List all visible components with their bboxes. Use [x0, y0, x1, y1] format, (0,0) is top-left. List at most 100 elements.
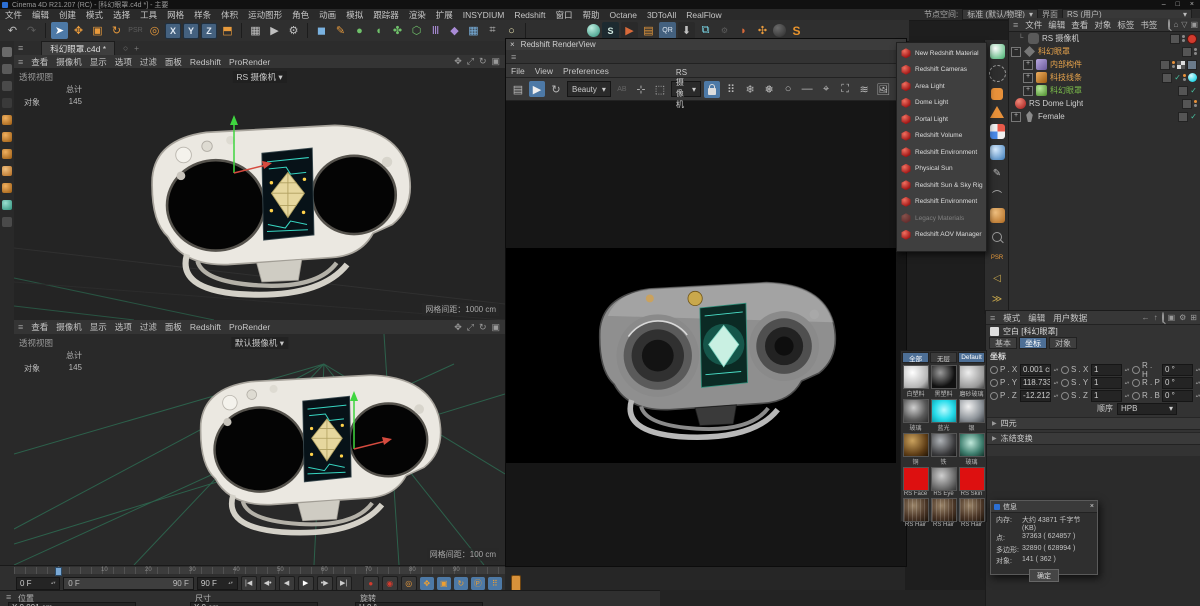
gear-small-icon[interactable]: ⚙: [716, 22, 733, 39]
crop-icon[interactable]: ⬚: [652, 81, 668, 97]
light-bulb-icon[interactable]: ○: [503, 22, 520, 39]
rv-menu-preferences[interactable]: Preferences: [558, 66, 614, 76]
layer-tag[interactable]: [1170, 33, 1180, 44]
render-picture-viewer-icon[interactable]: ▶: [266, 22, 283, 39]
vp-menu-display[interactable]: 显示: [86, 321, 111, 333]
freeze-transform-section[interactable]: ▶ 冻结变换: [986, 432, 1200, 445]
move-tool-icon[interactable]: ✥: [70, 22, 87, 39]
hamburger-icon[interactable]: ≡: [2, 592, 15, 602]
menu-mode[interactable]: 模式: [81, 9, 108, 21]
layer-tag[interactable]: [1178, 111, 1189, 122]
bucket-grid-icon[interactable]: ⠿: [723, 81, 739, 97]
workplane-mode-icon[interactable]: [2, 98, 12, 108]
viewport-top-canvas[interactable]: 透视视图 RS 摄像机 ▾ 总计 对象 145 网格间距：1000 cm: [14, 68, 505, 321]
camera-icon[interactable]: ⌗: [484, 22, 501, 39]
object-row-inner[interactable]: + 内部构件: [1009, 58, 1200, 71]
play-icon[interactable]: ▶: [297, 575, 314, 591]
menu-spline[interactable]: 样条: [189, 9, 216, 21]
px-field[interactable]: 0.001 cm: [1020, 363, 1051, 376]
end-frame-field[interactable]: 90 F ▴▾: [196, 576, 238, 590]
menu-item-area-light[interactable]: Area Light: [897, 78, 986, 95]
tab-default[interactable]: Default: [958, 352, 985, 363]
last-tool-icon[interactable]: ◎: [146, 22, 163, 39]
rendered-image[interactable]: [506, 248, 896, 463]
om-menu-view[interactable]: 查看: [1068, 19, 1091, 31]
lock-icon[interactable]: ▣: [1168, 313, 1176, 322]
material-item[interactable]: RS Eye: [930, 467, 957, 497]
toggle-view-icon[interactable]: ▣: [491, 56, 500, 67]
s-plugin-icon[interactable]: S: [788, 22, 805, 39]
om-menu-object[interactable]: 对象: [1091, 19, 1114, 31]
info-dialog-titlebar[interactable]: 信息 ×: [991, 501, 1097, 513]
mograph-icon[interactable]: ✤: [389, 22, 406, 39]
py-field[interactable]: 118.733 cm: [1020, 376, 1051, 389]
material-tag-icon[interactable]: [1188, 73, 1197, 82]
next-key-icon[interactable]: •▶: [316, 575, 333, 591]
layer-tag[interactable]: [1162, 72, 1173, 83]
maximize-button[interactable]: □: [1176, 1, 1180, 8]
collapse-toggle[interactable]: −: [1011, 46, 1021, 57]
hamburger-icon[interactable]: ≡: [14, 43, 27, 53]
animation-mode-icon[interactable]: [2, 183, 12, 193]
material-item[interactable]: 黑塑料: [930, 365, 957, 398]
scale-tool-icon[interactable]: ▣: [89, 22, 106, 39]
rotate-view-icon[interactable]: ↻: [479, 56, 487, 67]
add-cube-icon[interactable]: ◼: [313, 22, 330, 39]
gallery-icon[interactable]: 🖼: [875, 81, 891, 97]
enabled-check-icon[interactable]: ✓: [1174, 73, 1181, 82]
menu-file[interactable]: 文件: [0, 9, 27, 21]
prev-key-icon[interactable]: ◀•: [259, 575, 276, 591]
region-circle-icon[interactable]: ○: [780, 81, 796, 97]
material-item[interactable]: 铜: [902, 433, 929, 466]
menu-window[interactable]: 窗口: [551, 9, 578, 21]
key-circle-icon[interactable]: [990, 391, 998, 400]
expand-toggle[interactable]: +: [1023, 59, 1033, 70]
ab-compare-icon[interactable]: AB: [614, 81, 630, 97]
panel-icon[interactable]: ⊞: [1190, 313, 1197, 322]
menu-item-environment-2[interactable]: Redshift Environment: [897, 194, 986, 211]
table-icon[interactable]: ▦: [465, 22, 482, 39]
layer-tag[interactable]: [1178, 85, 1189, 96]
filter-icon[interactable]: ▽: [1181, 20, 1187, 29]
close-icon[interactable]: ×: [1090, 503, 1094, 510]
tab-no-layer[interactable]: 无层: [930, 352, 957, 363]
copy-layers-icon[interactable]: ⧉: [697, 22, 714, 39]
brush-icon[interactable]: ✎: [990, 166, 1005, 181]
gear-icon[interactable]: ⚙: [1179, 313, 1186, 322]
beachball-icon[interactable]: [989, 124, 1005, 139]
rp-field[interactable]: 0 °: [1162, 376, 1193, 389]
search-icon[interactable]: [1161, 312, 1164, 323]
material-item[interactable]: 磨砂玻璃: [958, 365, 985, 398]
rotate-view-icon[interactable]: ↻: [479, 322, 487, 333]
vp-menu-options[interactable]: 选项: [111, 321, 136, 333]
qr-icon[interactable]: QR: [659, 22, 676, 39]
viewport-solo-icon[interactable]: [2, 200, 12, 210]
axis-z-lock[interactable]: Z: [201, 22, 217, 39]
rotate-tool-icon[interactable]: ↻: [108, 22, 125, 39]
om-menu-bookmarks[interactable]: 书签: [1137, 19, 1160, 31]
camera-dropdown[interactable]: 默认摄像机 ▾: [230, 337, 289, 349]
key-pla-icon[interactable]: ⠿: [487, 576, 502, 590]
om-menu-tags[interactable]: 标签: [1114, 19, 1137, 31]
axis-gizmo[interactable]: [314, 389, 394, 459]
record-icon[interactable]: ●: [362, 575, 379, 591]
sx-field[interactable]: 1: [1091, 363, 1122, 376]
visibility-dots[interactable]: [1194, 100, 1197, 107]
expand-toggle[interactable]: +: [1023, 72, 1033, 83]
key-circle-icon[interactable]: [1132, 365, 1140, 374]
layer-tag[interactable]: [1160, 59, 1170, 70]
psr-icon[interactable]: PSR: [990, 250, 1005, 265]
menu-tools[interactable]: 工具: [135, 9, 162, 21]
material-item[interactable]: RS Hair: [930, 498, 957, 528]
hamburger-icon[interactable]: ≡: [986, 313, 999, 323]
horn-icon[interactable]: ◁: [990, 271, 1005, 286]
start-ipr-icon[interactable]: ▶: [529, 81, 545, 97]
hamburger-icon[interactable]: ≡: [14, 322, 27, 332]
key-parameter-icon[interactable]: Ⓟ: [470, 576, 485, 590]
menu-mesh[interactable]: 网格: [162, 9, 189, 21]
up-arrow-icon[interactable]: ↑: [1154, 313, 1158, 322]
tab-close-icon[interactable]: ○: [123, 43, 128, 53]
pen-mode-icon[interactable]: [2, 47, 12, 57]
undo-icon[interactable]: ↶: [4, 22, 21, 39]
texture-mode-icon[interactable]: [2, 81, 12, 91]
